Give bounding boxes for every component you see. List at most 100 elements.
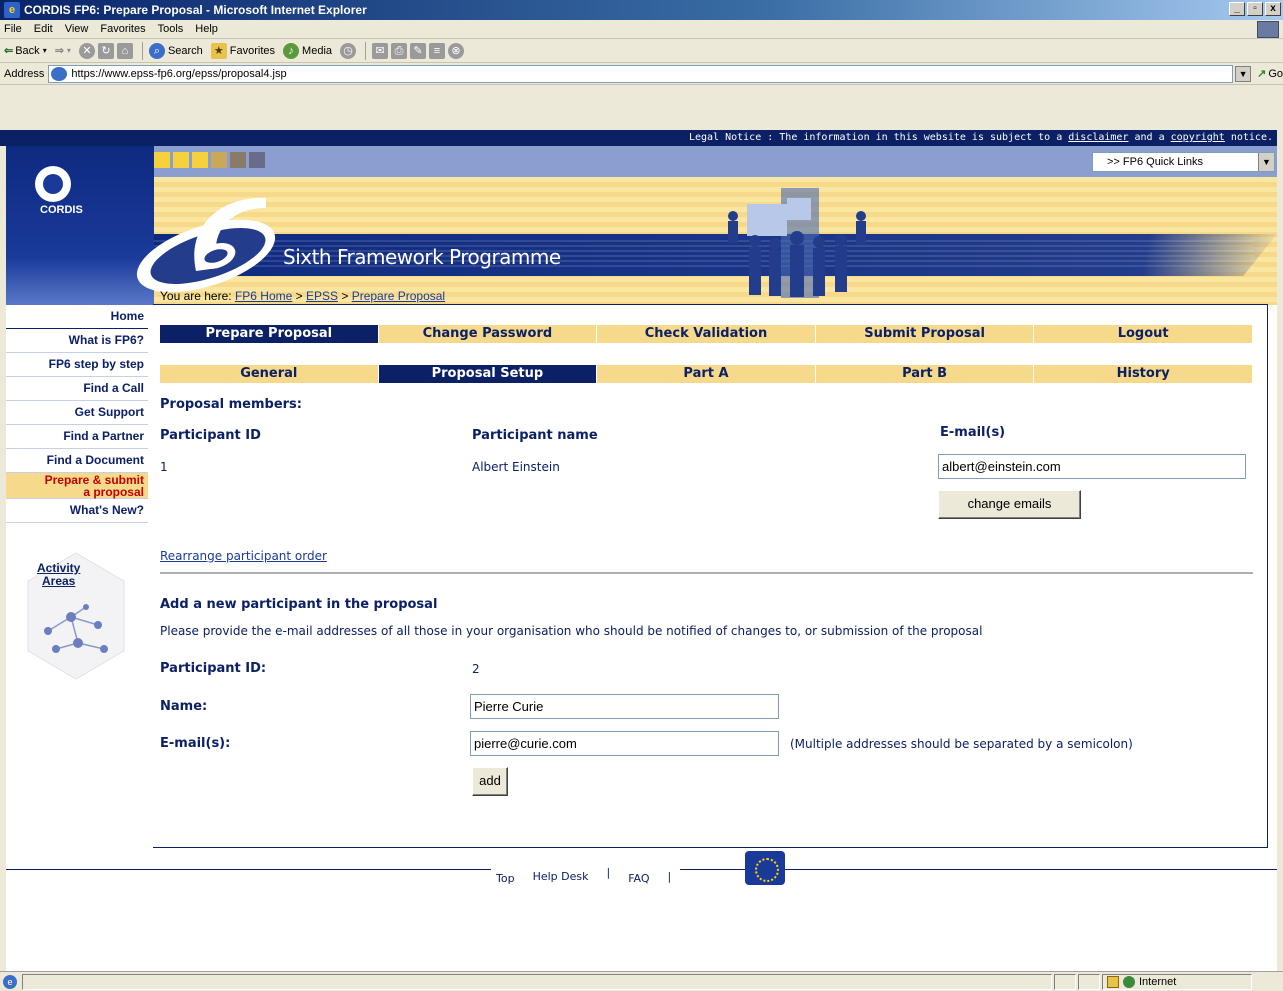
breadcrumb-fp6-home[interactable]: FP6 Home — [235, 289, 292, 303]
cordis-logo-icon[interactable] — [35, 166, 71, 202]
favorites-icon: ★ — [210, 42, 227, 59]
legal-notice-bar: Legal Notice : The information in this w… — [0, 130, 1277, 146]
nav-find-a-call[interactable]: Find a Call — [6, 377, 148, 401]
go-button[interactable]: ↗ Go — [1257, 67, 1283, 81]
nav-whats-new[interactable]: What's New? — [6, 499, 148, 523]
favorites-button[interactable]: ★ Favorites — [210, 42, 275, 59]
tab-general[interactable]: General — [160, 365, 378, 383]
breadcrumb-epss[interactable]: EPSS — [306, 289, 338, 303]
messenger-icon[interactable]: ⊗ — [448, 42, 465, 59]
menu-view[interactable]: View — [65, 23, 89, 35]
toolbar-separator — [141, 41, 143, 60]
print-icon[interactable]: ⎙ — [391, 42, 408, 59]
search-button[interactable]: ⌕ Search — [148, 42, 203, 59]
nav-find-a-document[interactable]: Find a Document — [6, 449, 148, 473]
footer-top-link[interactable]: Top — [496, 872, 515, 885]
address-input[interactable]: https://www.epss-fp6.org/epss/proposal4.… — [48, 64, 1234, 83]
tab-check-validation[interactable]: Check Validation — [597, 325, 815, 343]
members-heading: Proposal members: — [160, 397, 302, 412]
footer-line-mid — [680, 869, 745, 870]
toolbar-separator — [365, 41, 367, 60]
menu-edit[interactable]: Edit — [34, 23, 53, 35]
history-icon[interactable]: ◷ — [340, 42, 357, 59]
email-input[interactable]: pierre@curie.com — [470, 731, 779, 756]
forward-button[interactable]: ⇒ ▾ — [55, 44, 71, 57]
edit-icon[interactable]: ✎ — [410, 42, 427, 59]
menu-tools[interactable]: Tools — [158, 23, 184, 35]
home-icon[interactable]: ⌂ — [116, 42, 133, 59]
column-emails: E-mail(s) — [940, 425, 1006, 440]
nav-fp6-step-by-step[interactable]: FP6 step by step — [6, 353, 148, 377]
left-navigation: Home What is FP6? FP6 step by step Find … — [6, 305, 148, 680]
add-participant-instructions: Please provide the e-mail addresses of a… — [160, 624, 983, 638]
nav-prepare-submit[interactable]: Prepare & submit a proposal — [6, 473, 148, 499]
maximize-button[interactable]: ▫ — [1247, 2, 1263, 16]
square — [249, 152, 265, 168]
quick-links-select[interactable]: >> FP6 Quick Links ▼ — [1092, 152, 1275, 172]
activity-areas-link[interactable]: Activity Areas — [37, 562, 80, 588]
go-arrow-icon: ↗ — [1257, 68, 1267, 80]
window-titlebar: e CORDIS FP6: Prepare Proposal - Microso… — [0, 0, 1283, 20]
nav-find-a-partner[interactable]: Find a Partner — [6, 425, 148, 449]
footer-line-left — [6, 869, 491, 870]
column-participant-id: Participant ID — [160, 428, 261, 443]
participant-id-label: Participant ID: — [160, 661, 267, 676]
footer-line-right — [785, 869, 1277, 870]
tab-prepare-proposal[interactable]: Prepare Proposal — [160, 325, 378, 343]
nav-home[interactable]: Home — [6, 305, 148, 329]
discuss-icon[interactable]: ≡ — [429, 42, 446, 59]
menu-bar: File Edit View Favorites Tools Help — [0, 20, 1283, 39]
square — [230, 152, 246, 168]
tab-history[interactable]: History — [1034, 365, 1252, 383]
menu-file[interactable]: File — [4, 23, 22, 35]
window-controls: _ ▫ x — [1229, 2, 1281, 16]
tab-logout[interactable]: Logout — [1034, 325, 1252, 343]
media-icon: ♪ — [283, 42, 300, 59]
browser-toolbar: ⇐ Back ▾ ⇒ ▾ ✕ ↻ ⌂ ⌕ Search ★ Favorites … — [0, 39, 1283, 63]
member-email-input[interactable]: albert@einstein.com — [938, 454, 1246, 479]
square — [154, 152, 170, 168]
security-zone: Internet — [1102, 973, 1252, 990]
tab-change-password[interactable]: Change Password — [378, 325, 597, 343]
page-icon — [51, 66, 68, 81]
name-input[interactable]: Pierre Curie — [470, 694, 779, 719]
vertical-scrollbar[interactable] — [1277, 130, 1283, 971]
tab-part-b[interactable]: Part B — [815, 365, 1034, 383]
tab-part-a[interactable]: Part A — [597, 365, 815, 383]
media-button[interactable]: ♪ Media — [283, 42, 332, 59]
menu-help[interactable]: Help — [195, 23, 218, 35]
main-tabs: Prepare Proposal Change Password Check V… — [160, 325, 1253, 343]
ie-app-icon: e — [4, 2, 20, 18]
rearrange-participant-order-link[interactable]: Rearrange participant order — [160, 549, 327, 563]
nav-get-support[interactable]: Get Support — [6, 401, 148, 425]
fp6-six-logo — [136, 197, 276, 293]
mail-icon[interactable]: ✉ — [372, 42, 389, 59]
refresh-icon[interactable]: ↻ — [97, 42, 114, 59]
minimize-button[interactable]: _ — [1229, 2, 1245, 16]
tab-submit-proposal[interactable]: Submit Proposal — [815, 325, 1034, 343]
footer-faq-link[interactable]: FAQ — [628, 872, 649, 885]
member-id: 1 — [160, 460, 168, 474]
change-emails-button[interactable]: change emails — [938, 490, 1081, 519]
nav-what-is-fp6[interactable]: What is FP6? — [6, 329, 148, 353]
eu-flag-icon — [745, 851, 785, 885]
close-button[interactable]: x — [1265, 2, 1281, 16]
section-divider — [160, 572, 1253, 574]
name-label: Name: — [160, 699, 208, 714]
menu-favorites[interactable]: Favorites — [100, 23, 145, 35]
stop-icon[interactable]: ✕ — [78, 42, 95, 59]
copyright-link[interactable]: copyright — [1171, 132, 1225, 143]
chevron-down-icon[interactable]: ▼ — [1258, 153, 1274, 171]
address-bar: Address https://www.epss-fp6.org/epss/pr… — [0, 63, 1283, 85]
address-dropdown-icon[interactable]: ▼ — [1235, 65, 1252, 82]
tab-proposal-setup[interactable]: Proposal Setup — [378, 365, 597, 383]
forward-dropdown-icon[interactable]: ▾ — [67, 46, 71, 55]
add-participant-button[interactable]: add — [472, 767, 508, 796]
back-dropdown-icon[interactable]: ▾ — [43, 46, 47, 55]
breadcrumb-prepare-proposal[interactable]: Prepare Proposal — [352, 289, 445, 303]
column-participant-name: Participant name — [472, 428, 598, 443]
footer-helpdesk-link[interactable]: Help Desk — [533, 870, 589, 883]
disclaimer-link[interactable]: disclaimer — [1068, 132, 1128, 143]
fp6-banner: CORDIS Sixth Framework Programme — [6, 146, 1277, 305]
back-button[interactable]: ⇐ Back ▾ — [4, 44, 47, 58]
